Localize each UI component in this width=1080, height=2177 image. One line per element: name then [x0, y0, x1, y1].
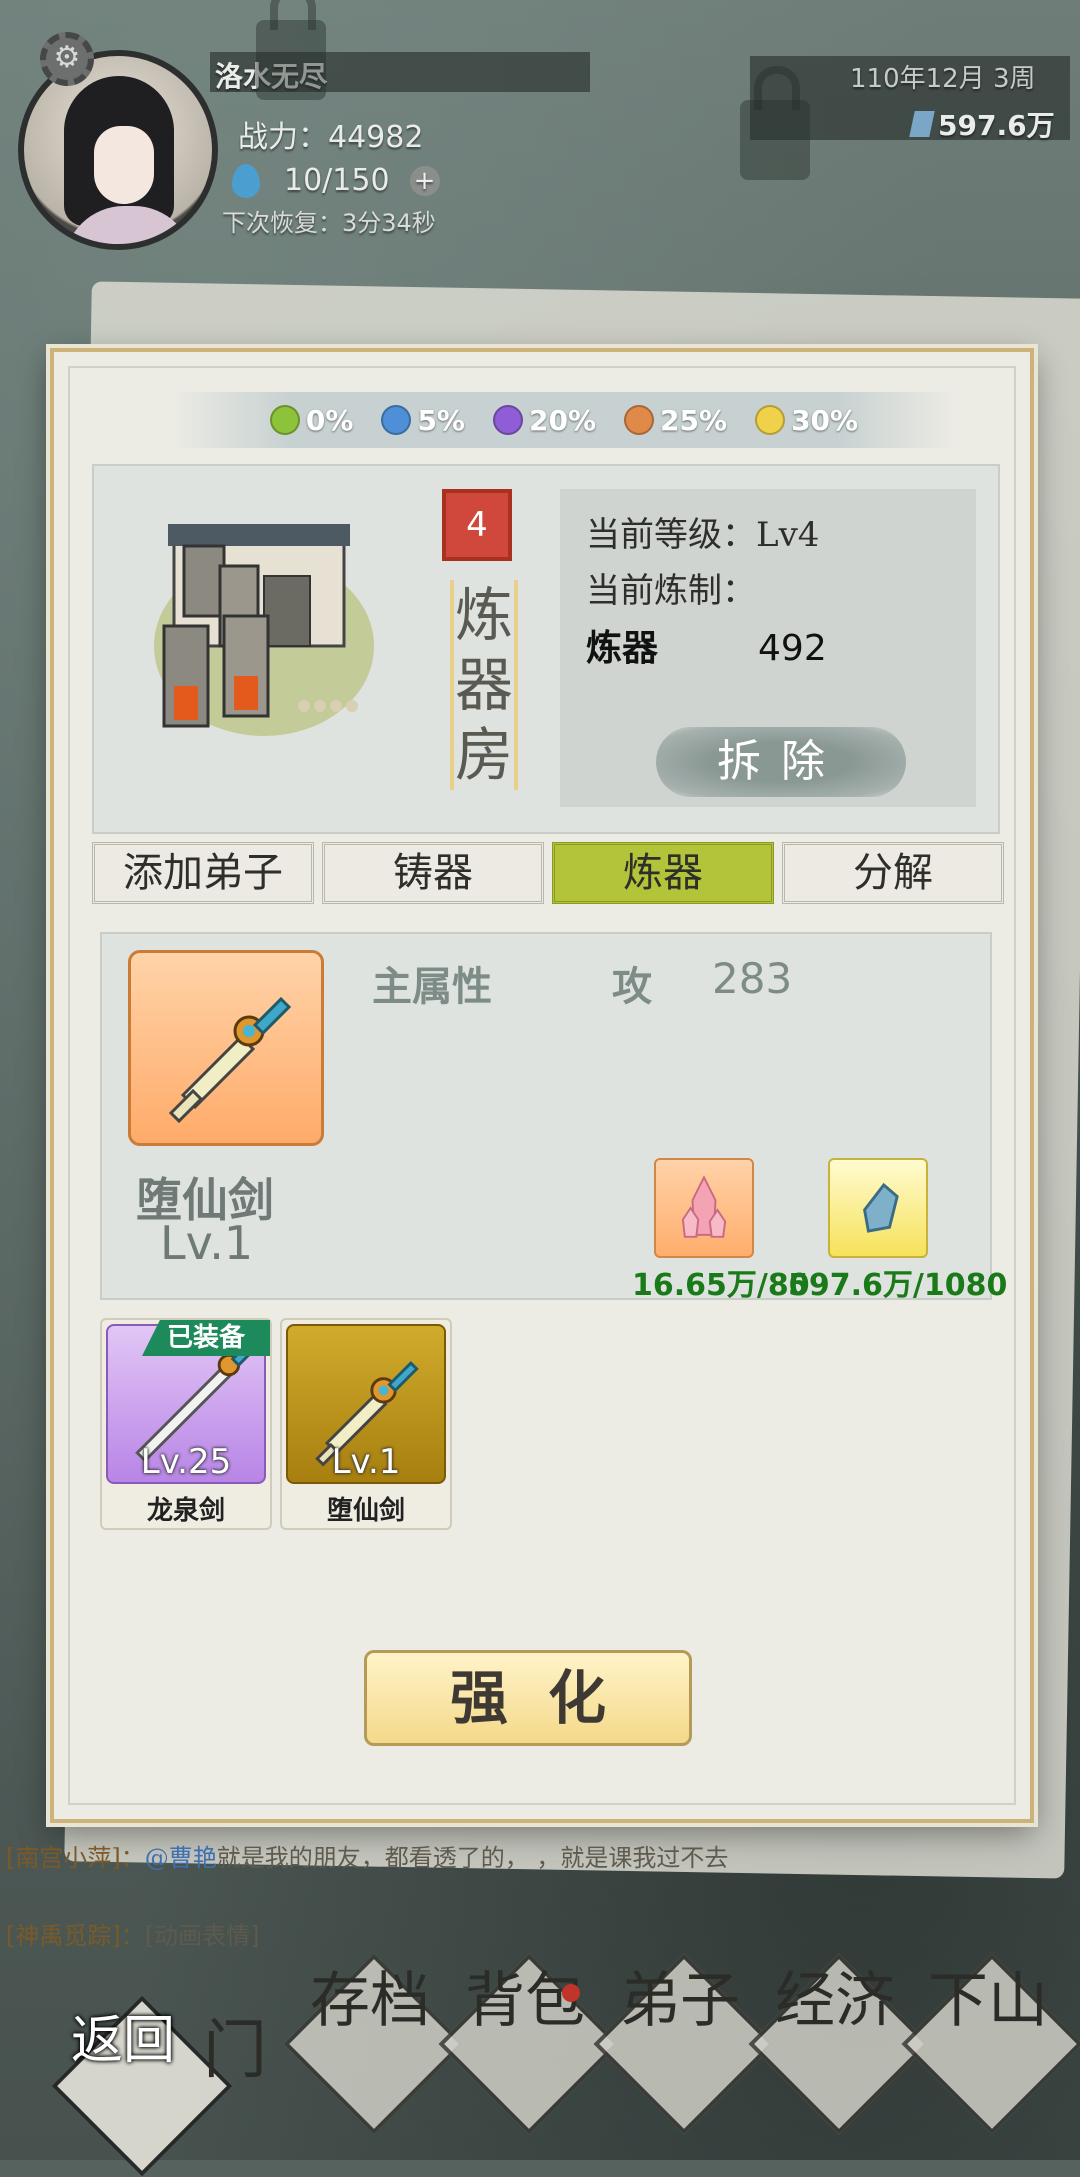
lock-icon: [256, 0, 326, 100]
lock-icon: [740, 66, 810, 180]
pink-crystal-icon: [681, 1175, 727, 1238]
building-name: 炼 器 房: [450, 580, 518, 790]
craft-value: 492: [758, 628, 827, 669]
nav-save[interactable]: 存档: [283, 1953, 465, 2135]
game-date: 110年12月 3周: [850, 64, 1036, 94]
purple-dot-icon: [493, 405, 523, 435]
dagger-icon: [168, 996, 292, 1124]
equipped-badge: 已装备: [142, 1320, 270, 1356]
craft-item: 炼器: [586, 628, 659, 669]
blue-stone-icon: [863, 1182, 899, 1233]
bonus-gold: 30%: [755, 404, 858, 437]
attribute-value: 283: [712, 954, 793, 1003]
enhance-button[interactable]: 强化: [364, 1650, 692, 1746]
recovery-timer: 下次恢复：3分34秒: [222, 209, 436, 237]
stamina-display: 10/150 +: [232, 163, 440, 198]
inventory-slot[interactable]: Lv.1 堕仙剑: [280, 1318, 452, 1530]
tab-decompose[interactable]: 分解: [782, 842, 1004, 904]
power-label: 战力：: [238, 120, 328, 155]
tab-add-disciple[interactable]: 添加弟子: [92, 842, 314, 904]
spirit-stone-icon: [909, 111, 935, 137]
building-stats: 当前等级：Lv4 当前炼制： 炼器 492 拆除: [560, 489, 976, 807]
gear-icon[interactable]: ⚙: [40, 32, 94, 86]
main-attribute-label: 主属性: [372, 964, 492, 1010]
demolish-button[interactable]: 拆除: [656, 727, 906, 797]
chat-line[interactable]: [神禹觅踪]：[动画表情]: [6, 1916, 259, 1951]
notification-dot: [562, 1984, 580, 2002]
quality-bonus-bar: 0% 5% 20% 25% 30%: [174, 392, 954, 448]
forge-tabs: 添加弟子 铸器 炼器 分解: [92, 842, 1004, 904]
forge-panel: 0% 5% 20% 25% 30% 4 炼 器 房 当前等级：Lv4 当前炼制：…: [50, 348, 1034, 1823]
bonus-purple: 20%: [493, 404, 596, 437]
power-display: 战力：44982: [238, 112, 423, 156]
item-name: 龙泉剑: [146, 1496, 225, 1526]
nav-disciples[interactable]: 弟子: [593, 1953, 775, 2135]
material-count: 16.65万/80: [632, 1268, 810, 1303]
forge-building-image: [154, 524, 374, 736]
bonus-orange: 25%: [624, 404, 727, 437]
selected-item-panel: 堕仙剑 Lv.1 主属性 攻 283 16.65万/80 597.6万/1080: [100, 932, 1007, 1303]
nav-economy[interactable]: 经济: [748, 1953, 930, 2135]
currency-display: 597.6万: [909, 104, 1055, 144]
player-avatar[interactable]: [18, 50, 218, 250]
item-level: Lv.1: [331, 1442, 401, 1482]
current-level: 当前等级：Lv4: [586, 515, 820, 555]
inventory-slot[interactable]: 已装备 Lv.25 龙泉剑: [100, 1318, 272, 1530]
tab-refining[interactable]: 炼器: [552, 842, 774, 904]
currency-value: 597.6万: [938, 109, 1055, 142]
item-level: Lv.25: [140, 1442, 232, 1482]
green-dot-icon: [269, 405, 300, 435]
blue-dot-icon: [381, 405, 412, 435]
bonus-blue: 5%: [381, 404, 465, 437]
craft-row: 炼器 492: [586, 619, 950, 679]
current-craft-label: 当前炼制：: [586, 571, 756, 611]
nav-leave-mountain[interactable]: 下山: [901, 1953, 1080, 2135]
water-drop-icon: [232, 163, 260, 198]
stamina-value: 10/150: [284, 163, 390, 198]
power-value: 44982: [328, 120, 424, 155]
attribute-type: 攻: [612, 964, 652, 1010]
material-count: 597.6万/1080: [788, 1268, 1008, 1303]
nav-bag[interactable]: 背包: [438, 1953, 620, 2135]
material-slot[interactable]: [654, 1158, 754, 1258]
add-stamina-icon[interactable]: +: [409, 165, 440, 196]
selected-item-icon[interactable]: [128, 950, 324, 1146]
tab-casting[interactable]: 铸器: [322, 842, 544, 904]
gold-dot-icon: [755, 405, 786, 435]
orange-dot-icon: [624, 405, 655, 435]
item-name: 堕仙剑: [326, 1496, 405, 1526]
building-level-badge: 4: [442, 489, 512, 561]
chat-line[interactable]: [南宫小萍]：@曹艳就是我的朋友，都看透了的， ，就是课我过不去: [6, 1838, 728, 1873]
bonus-green: 0%: [269, 404, 353, 437]
material-slot[interactable]: [828, 1158, 928, 1258]
selected-item-level: Lv.1: [160, 1216, 254, 1270]
